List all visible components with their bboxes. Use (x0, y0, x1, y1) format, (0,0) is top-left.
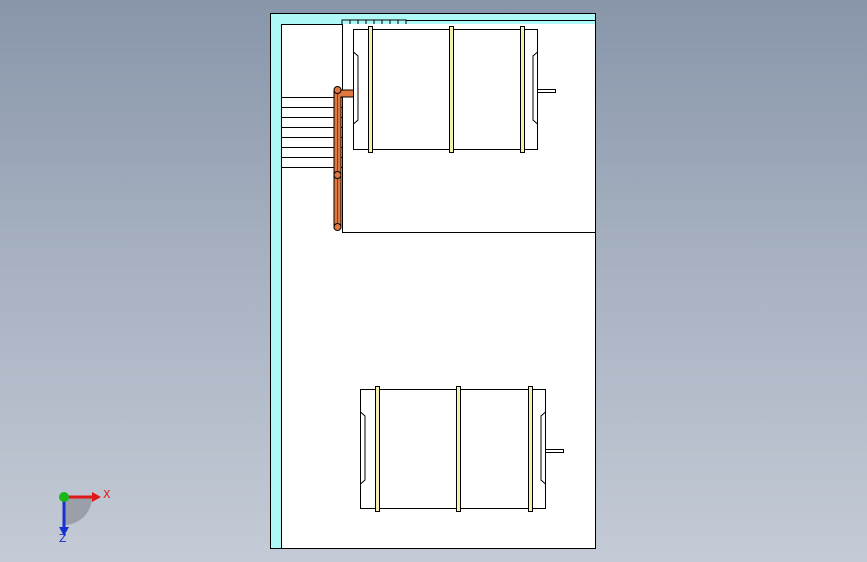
tank-lower[interactable] (360, 386, 564, 512)
tank-band (449, 26, 454, 153)
pipe-joint (333, 171, 342, 179)
tank-upper[interactable] (353, 26, 556, 153)
tank-band (520, 26, 525, 153)
tank-band (528, 386, 533, 512)
y-axis-origin (59, 492, 69, 502)
x-axis-label: X (103, 488, 111, 501)
sheet-top-margin (271, 14, 595, 24)
tank-body (353, 29, 538, 150)
tank-nozzle (545, 449, 564, 453)
tank-body (360, 389, 546, 509)
tank-band (368, 26, 373, 153)
x-axis-arrowhead (92, 492, 101, 502)
pipe-joint (333, 223, 342, 231)
sheet-left-margin (271, 14, 281, 548)
triad-quadrant-shadow (64, 497, 92, 525)
drawing-canvas[interactable]: X Z (0, 0, 867, 562)
tank-band (456, 386, 461, 512)
cad-viewport[interactable]: X Z (0, 0, 867, 562)
coordinate-triad[interactable]: X Z (59, 488, 111, 545)
pipe-joint (333, 86, 342, 94)
tank-nozzle (537, 89, 556, 93)
tank-band (375, 386, 380, 512)
z-axis-label: Z (59, 532, 67, 545)
